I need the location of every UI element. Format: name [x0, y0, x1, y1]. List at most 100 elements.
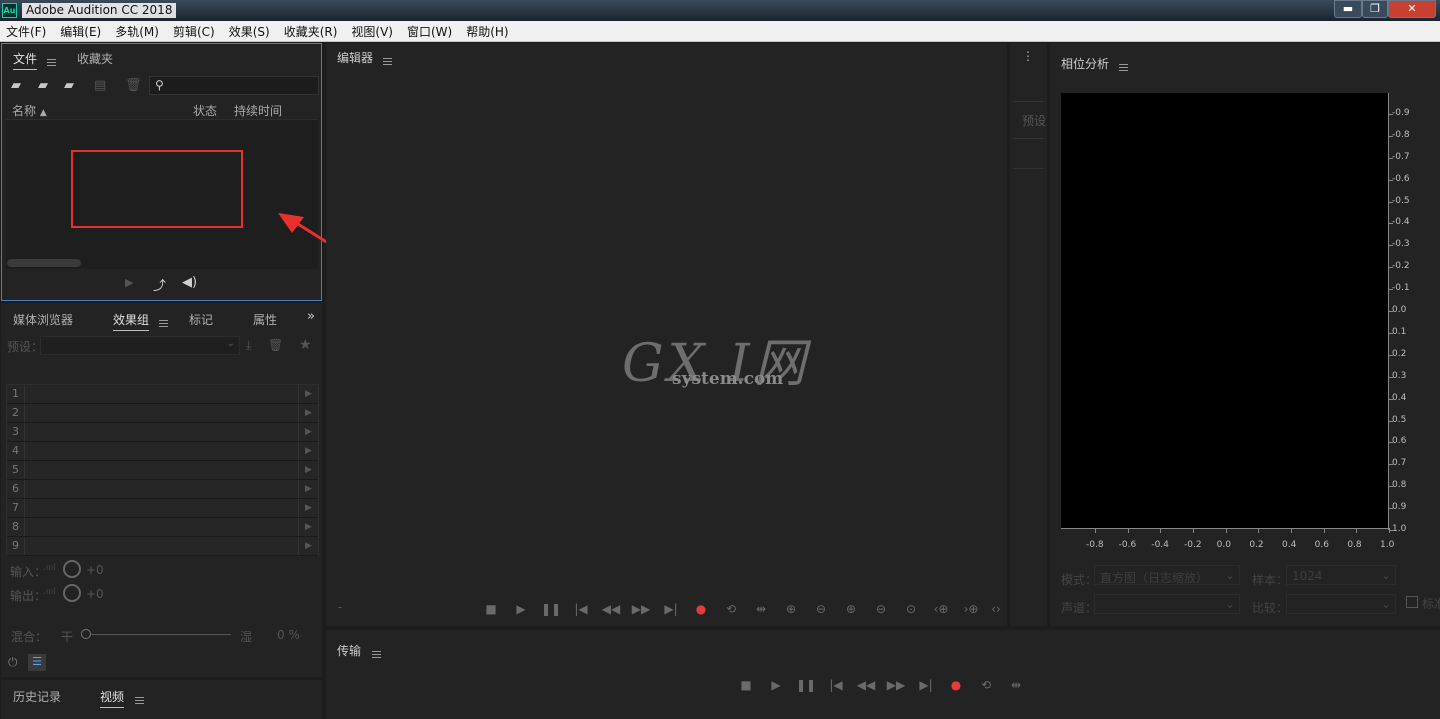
zoom-in-point-icon[interactable]: ‹⊕	[926, 602, 956, 616]
zoom-out-point-icon[interactable]: ›⊕	[956, 602, 986, 616]
panel-menu-icon[interactable]	[159, 320, 168, 327]
overflow-icon[interactable]: »	[307, 309, 315, 324]
tab-video[interactable]: 视频	[100, 688, 125, 708]
open-file-icon[interactable]: ▰	[11, 78, 21, 93]
panel-menu-icon[interactable]	[383, 58, 392, 65]
zoom-out-time-icon[interactable]: ⊖	[866, 602, 896, 616]
horizontal-scrollbar[interactable]	[7, 259, 81, 267]
panel-menu-icon[interactable]	[135, 697, 144, 704]
menu-edit[interactable]: 编辑(E)	[60, 23, 101, 40]
rewind-icon[interactable]: ◀◀	[596, 602, 626, 616]
go-to-start-icon[interactable]: |◀	[821, 678, 851, 692]
tab-favorites[interactable]: 收藏夹	[77, 50, 113, 67]
effect-slot-row[interactable]: 6 ▶	[7, 480, 318, 499]
sample-dropdown[interactable]: 1024 ⌄	[1286, 565, 1396, 585]
menu-clip[interactable]: 剪辑(C)	[173, 23, 215, 40]
menu-favorites[interactable]: 收藏夹(R)	[284, 23, 338, 40]
delete-preset-icon[interactable]: 🗑	[268, 338, 283, 352]
preset-tab[interactable]: 预设	[1022, 112, 1046, 129]
save-preset-icon[interactable]: ⤓	[246, 338, 251, 353]
skip-icon[interactable]: ⇹	[1001, 678, 1031, 692]
column-name[interactable]: 名称 ▲	[12, 102, 47, 119]
insert-icon[interactable]: ▤	[94, 78, 106, 93]
loop-icon[interactable]: ⤴	[153, 275, 166, 294]
panel-menu-icon[interactable]	[1119, 64, 1128, 71]
menu-effects[interactable]: 效果(S)	[229, 23, 270, 40]
rewind-icon[interactable]: ◀◀	[851, 678, 881, 692]
go-to-start-icon[interactable]: |◀	[566, 602, 596, 616]
slot-expand-arrow-icon[interactable]: ▶	[298, 518, 318, 536]
loop-icon[interactable]: ⟲	[716, 602, 746, 616]
menu-file[interactable]: 文件(F)	[6, 23, 46, 40]
tab-markers[interactable]: 标记	[189, 311, 213, 328]
menu-view[interactable]: 视图(V)	[351, 23, 393, 40]
slot-expand-arrow-icon[interactable]: ▶	[298, 461, 318, 479]
tab-files[interactable]: 文件	[13, 50, 38, 70]
skip-icon[interactable]: ⇹	[746, 602, 776, 616]
go-to-end-icon[interactable]: ▶|	[911, 678, 941, 692]
stop-icon[interactable]: ■	[476, 602, 506, 616]
mix-slider-thumb[interactable]	[81, 629, 91, 639]
stop-icon[interactable]: ■	[731, 678, 761, 692]
effect-slot-row[interactable]: 7 ▶	[7, 499, 318, 518]
panel-menu-icon[interactable]	[47, 59, 56, 66]
normalize-checkbox[interactable]	[1406, 596, 1418, 608]
column-status[interactable]: 状态	[193, 102, 217, 119]
fast-forward-icon[interactable]: ▶▶	[881, 678, 911, 692]
slot-expand-arrow-icon[interactable]: ▶	[298, 442, 318, 460]
zoom-full-icon[interactable]: ⊙	[896, 602, 926, 616]
input-knob[interactable]	[63, 560, 81, 578]
tab-media-browser[interactable]: 媒体浏览器	[13, 311, 73, 328]
zoom-out-amplitude-icon[interactable]: ⊖	[806, 602, 836, 616]
column-duration[interactable]: 持续时间	[234, 102, 282, 119]
mix-slider-track[interactable]	[91, 634, 231, 635]
channel-dropdown[interactable]: ⌄	[1094, 594, 1240, 614]
autoplay-speaker-icon[interactable]: ◀)	[182, 275, 197, 290]
zoom-selection-icon[interactable]: ‹›	[986, 602, 1006, 616]
effect-slot-row[interactable]: 9 ▶	[7, 537, 318, 556]
fast-forward-icon[interactable]: ▶▶	[626, 602, 656, 616]
minimize-button[interactable]: ▬	[1334, 0, 1362, 18]
zoom-in-time-icon[interactable]: ⊕	[836, 602, 866, 616]
effect-slot-row[interactable]: 3 ▶	[7, 423, 318, 442]
pause-icon[interactable]: ❚❚	[791, 678, 821, 692]
favorite-star-icon[interactable]: ★	[299, 337, 312, 353]
power-icon[interactable]: ⏻	[8, 655, 18, 670]
new-file-icon[interactable]: ▰	[64, 78, 74, 93]
compare-dropdown[interactable]: ⌄	[1286, 594, 1396, 614]
slot-expand-arrow-icon[interactable]: ▶	[298, 499, 318, 517]
preset-dropdown[interactable]: ⌄	[40, 336, 240, 355]
tab-history[interactable]: 历史记录	[13, 688, 61, 705]
effect-slot-row[interactable]: 5 ▶	[7, 461, 318, 480]
tab-effects-rack[interactable]: 效果组	[113, 311, 150, 331]
maximize-button[interactable]: ❐	[1362, 0, 1388, 18]
menu-help[interactable]: 帮助(H)	[466, 23, 508, 40]
record-icon[interactable]: ●	[941, 678, 971, 692]
list-view-icon[interactable]: ☰	[28, 654, 46, 671]
import-file-icon[interactable]: ▰	[38, 78, 48, 93]
tab-properties[interactable]: 属性	[253, 311, 277, 328]
panel-more-icon[interactable]: ⋮	[1022, 49, 1034, 63]
play-icon[interactable]: ▶	[761, 678, 791, 692]
play-icon[interactable]: ▶	[125, 276, 133, 289]
slot-expand-arrow-icon[interactable]: ▶	[298, 423, 318, 441]
slot-expand-arrow-icon[interactable]: ▶	[298, 537, 318, 555]
panel-menu-icon[interactable]	[372, 651, 381, 658]
go-to-end-icon[interactable]: ▶|	[656, 602, 686, 616]
play-icon[interactable]: ▶	[506, 602, 536, 616]
effect-slot-row[interactable]: 2 ▶	[7, 404, 318, 423]
close-button[interactable]: ✕	[1388, 0, 1436, 18]
pause-icon[interactable]: ❚❚	[536, 602, 566, 616]
menu-multitrack[interactable]: 多轨(M)	[115, 23, 159, 40]
effect-slot-row[interactable]: 8 ▶	[7, 518, 318, 537]
effect-slot-row[interactable]: 4 ▶	[7, 442, 318, 461]
output-knob[interactable]	[63, 584, 81, 602]
mode-dropdown[interactable]: 直方图（日志缩放） ⌄	[1094, 565, 1240, 585]
search-input[interactable]: ⚲	[149, 76, 319, 95]
zoom-in-amplitude-icon[interactable]: ⊕	[776, 602, 806, 616]
slot-expand-arrow-icon[interactable]: ▶	[298, 480, 318, 498]
slot-expand-arrow-icon[interactable]: ▶	[298, 404, 318, 422]
record-icon[interactable]: ●	[686, 602, 716, 616]
loop-icon[interactable]: ⟲	[971, 678, 1001, 692]
trash-icon[interactable]: 🗑	[125, 78, 142, 93]
